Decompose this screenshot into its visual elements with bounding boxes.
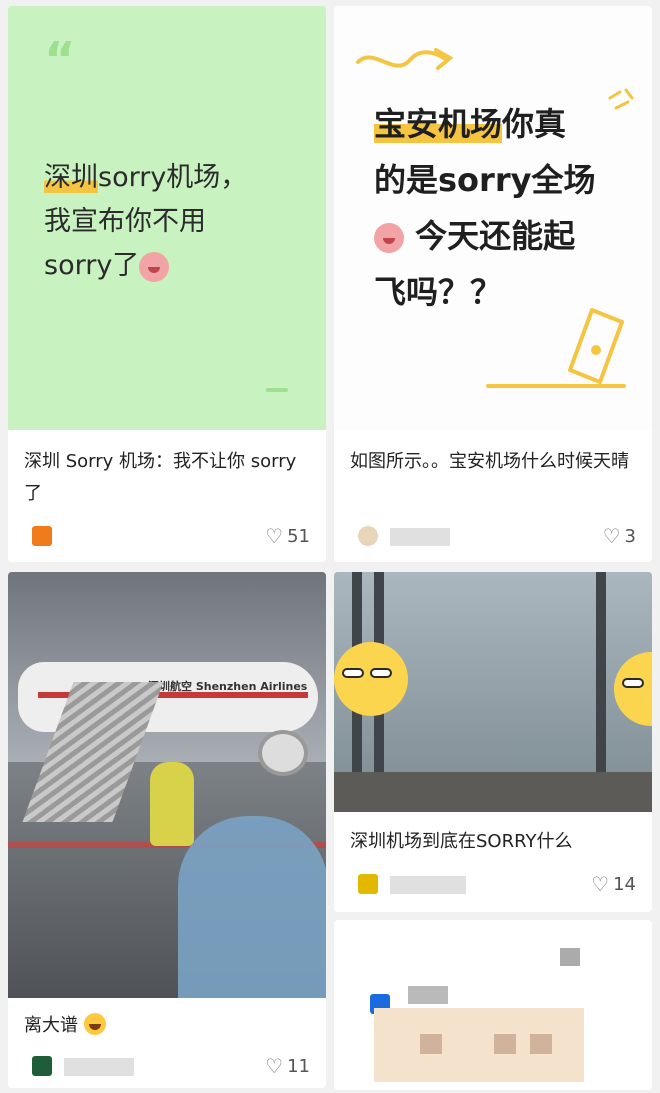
cover-text: 宝安机场你真 的是sorry全场 今天还能起 飞吗？？ — [374, 96, 634, 320]
post-meta: ♡ 14 — [350, 870, 636, 898]
airline-name: 深圳航空 Shenzhen Airlines — [148, 680, 308, 693]
post-meta: ♡ 51 — [24, 522, 310, 550]
smiley-icon — [334, 642, 408, 716]
author-name-blurred[interactable] — [408, 986, 448, 1004]
airplane-engine — [258, 730, 308, 776]
like-button[interactable]: ♡ 51 — [265, 522, 310, 551]
blurred-image[interactable] — [374, 1008, 584, 1082]
cover-line-3: 今天还能起 — [415, 217, 576, 255]
post-card-2[interactable]: 宝安机场你真 的是sorry全场 今天还能起 飞吗？？ 如图所示。。宝安机场什么… — [334, 6, 652, 562]
decor-dash — [266, 388, 288, 392]
post-card-4[interactable]: 深圳机场到底在SORRY什么 ♡ 14 — [334, 572, 652, 912]
passenger-yellow-raincoat — [150, 762, 194, 846]
blurred-content — [560, 948, 580, 966]
arrow-doodle-icon — [356, 48, 454, 70]
author-name-blurred[interactable] — [390, 528, 450, 546]
heart-icon: ♡ — [591, 872, 610, 896]
post-card-5[interactable] — [334, 920, 652, 1090]
post-title[interactable]: 深圳机场到底在SORRY什么 — [350, 826, 640, 858]
like-count: 3 — [624, 526, 636, 547]
like-count: 11 — [287, 1056, 310, 1077]
cover-line-2: 的是sorry全场 — [374, 161, 596, 199]
silly-face-icon — [83, 1013, 106, 1035]
passenger-blue-raincoat — [178, 816, 326, 998]
avatar[interactable] — [32, 526, 52, 546]
like-button[interactable]: ♡ 3 — [603, 522, 636, 551]
cover-line-1-rest: 你真 — [502, 105, 567, 143]
avatar[interactable] — [358, 526, 378, 546]
post-title[interactable]: 离大谱 — [24, 1010, 314, 1042]
author-name-blurred[interactable] — [390, 876, 466, 894]
post-card-3[interactable]: 深圳航空 Shenzhen Airlines 离大谱 ♡ 11 — [8, 572, 326, 1088]
heart-icon: ♡ — [265, 1054, 284, 1078]
like-button[interactable]: ♡ 11 — [265, 1052, 310, 1081]
post-meta: ♡ 11 — [24, 1052, 310, 1080]
cover-line-2: 我宣布你不用 — [44, 206, 206, 237]
post-meta: ♡ 3 — [350, 522, 636, 550]
post-title[interactable]: 如图所示。。宝安机场什么时候天晴 — [350, 446, 640, 478]
post-card-1[interactable]: “ 深圳sorry机场， 我宣布你不用 sorry了 深圳 Sorry 机场：我… — [8, 6, 326, 562]
crying-face-icon — [374, 223, 404, 253]
pen-icon — [486, 308, 626, 388]
post-title[interactable]: 深圳 Sorry 机场：我不让你 sorry 了 — [24, 446, 314, 510]
cover-line-3: sorry了 — [44, 250, 140, 281]
post-title-text: 离大谱 — [24, 1015, 78, 1036]
cover-line-1-rest: sorry机场， — [98, 162, 248, 193]
cover-highlight: 宝安机场 — [374, 105, 503, 143]
avatar[interactable] — [32, 1056, 52, 1076]
post-cover-4[interactable] — [334, 572, 652, 812]
heart-icon: ♡ — [602, 524, 621, 548]
like-button[interactable]: ♡ 14 — [591, 870, 636, 899]
post-cover-2[interactable]: 宝安机场你真 的是sorry全场 今天还能起 飞吗？？ — [334, 6, 652, 430]
cover-text: 深圳sorry机场， 我宣布你不用 sorry了 — [44, 156, 304, 288]
heart-icon: ♡ — [265, 524, 284, 548]
terminal-floor — [334, 772, 652, 812]
author-name-blurred[interactable] — [64, 1058, 134, 1076]
post-cover-3[interactable]: 深圳航空 Shenzhen Airlines — [8, 572, 326, 998]
post-cover-1[interactable]: “ 深圳sorry机场， 我宣布你不用 sorry了 — [8, 6, 326, 430]
peach-face-icon — [139, 251, 170, 282]
like-count: 14 — [613, 874, 636, 895]
cover-highlight: 深圳 — [44, 162, 98, 193]
quote-icon: “ — [44, 32, 76, 88]
like-count: 51 — [287, 526, 310, 547]
avatar[interactable] — [358, 874, 378, 894]
